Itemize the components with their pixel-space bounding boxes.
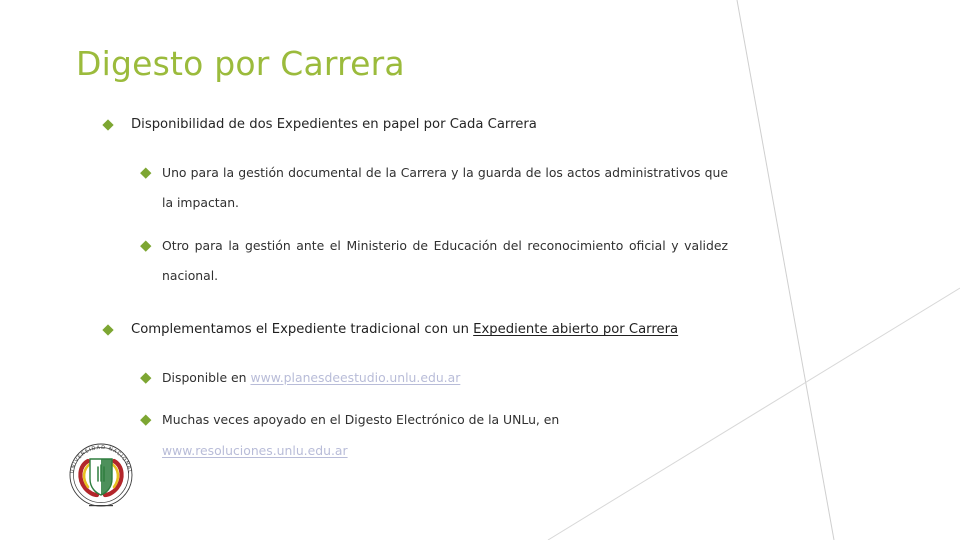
seal-shield-green-half bbox=[101, 459, 112, 495]
bullet-level1-text-plain: Complementamos el Expediente tradicional… bbox=[131, 322, 474, 338]
diamond-bullet-icon bbox=[102, 324, 114, 336]
bullet-level2-text: Otro para la gestión ante el Ministerio … bbox=[162, 237, 728, 283]
seal-wreath-gold-left bbox=[82, 462, 92, 489]
diamond-bullet-icon bbox=[140, 167, 152, 178]
page-title: Digesto por Carrera bbox=[76, 44, 405, 83]
bullet-level1-text: Disponibilidad de dos Expedientes en pap… bbox=[131, 117, 537, 132]
bullet-level1-disponibilidad: Disponibilidad de dos Expedientes en pap… bbox=[102, 112, 724, 138]
diamond-bullet-icon bbox=[140, 372, 152, 384]
bullet-level2-text: Uno para la gestión documental de la Car… bbox=[162, 164, 728, 211]
unlu-seal-logo: UNIVERSIDAD NACIONAL DE LUJAN bbox=[62, 433, 133, 507]
bullet-level2-disponible-en: Disponible en www.planesdeestudio.unlu.e… bbox=[140, 363, 728, 393]
slide-body: Disponibilidad de dos Expedientes en pap… bbox=[0, 112, 960, 466]
bullet-level2-text-plain: Disponible en bbox=[162, 370, 251, 386]
bullet-level2-otro-ministerio: Otro para la gestión ante el Ministerio … bbox=[140, 231, 728, 292]
diamond-bullet-icon bbox=[102, 119, 114, 131]
bullet-level2-uno-gestion-documental: Uno para la gestión documental de la Car… bbox=[140, 158, 728, 219]
link-resoluciones[interactable]: www.resoluciones.unlu.edu.ar bbox=[162, 443, 348, 458]
diamond-bullet-icon bbox=[140, 414, 152, 426]
bullet-level1-complementamos: Complementamos el Expediente tradicional… bbox=[102, 317, 724, 343]
bullet-level2-text-plain: Muchas veces apoyado en el Digesto Elect… bbox=[162, 412, 560, 428]
bullet-level2-muchas-veces-apoyado: Muchas veces apoyado en el Digesto Elect… bbox=[140, 405, 728, 466]
seal-base-bar bbox=[89, 505, 113, 507]
slide: Digesto por Carrera Disponibilidad de do… bbox=[0, 0, 960, 540]
bullet-level1-text-underlined: Expediente abierto por Carrera bbox=[473, 322, 679, 338]
link-planesdeestudio[interactable]: www.planesdeestudio.unlu.edu.ar bbox=[250, 370, 460, 385]
diamond-bullet-icon bbox=[140, 239, 152, 251]
seal-wreath-gold-right bbox=[110, 462, 120, 489]
